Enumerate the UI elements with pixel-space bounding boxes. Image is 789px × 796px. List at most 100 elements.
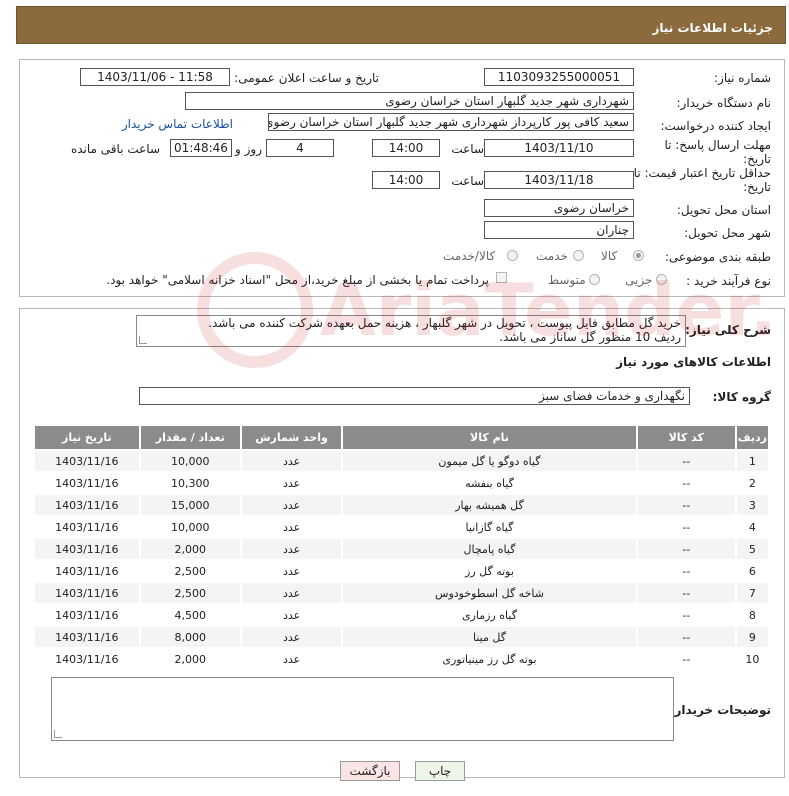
validity-time-label: ساعت <box>451 174 484 188</box>
cell-name: گیاه بنفشه <box>341 471 638 495</box>
province-label: استان محل تحویل: <box>676 203 771 217</box>
process-option-minor: جزیی <box>625 273 653 287</box>
resize-grip-icon[interactable] <box>54 730 62 738</box>
description-label: شرح کلی نیاز: <box>685 323 771 337</box>
goods-group-field: نگهداری و خدمات فضای سبز <box>139 387 690 405</box>
cell-qty: 15,000 <box>138 493 242 517</box>
cell-unit: عدد <box>239 559 344 583</box>
col-header-unit: واحد شمارش <box>239 424 344 451</box>
process-option-medium: متوسط <box>548 273 586 287</box>
category-option-both: کالا/خدمت <box>443 249 496 263</box>
cell-name: بوته گل رز مینیاتوری <box>341 647 638 671</box>
city-field: چناران <box>484 221 634 239</box>
process-radio-medium[interactable] <box>589 274 600 285</box>
table-row: 9 -- گل مینا عدد 8,000 1403/11/16 <box>33 625 771 649</box>
cell-qty: 10,000 <box>138 449 242 473</box>
process-label: نوع فرآیند خرید : <box>686 274 771 288</box>
col-header-row: ردیف <box>734 424 771 451</box>
creator-label: ایجاد کننده درخواست: <box>660 119 771 133</box>
table-row: 10 -- بوته گل رز مینیاتوری عدد 2,000 1403/11/… <box>33 647 771 671</box>
table-row: 8 -- گیاه رزماری عدد 4,500 1403/11/16 <box>33 603 771 627</box>
province-field: خراسان رضوی <box>484 199 634 217</box>
category-radio-both[interactable] <box>507 250 518 261</box>
cell-code: -- <box>635 471 737 495</box>
goods-section-title: اطلاعات کالاهای مورد نیاز <box>616 355 771 369</box>
cell-qty: 10,300 <box>138 471 242 495</box>
cell-code: -- <box>635 603 737 627</box>
contact-info-link[interactable]: اطلاعات تماس خریدار <box>122 117 233 131</box>
cell-date: 1403/11/16 <box>33 515 141 539</box>
cell-unit: عدد <box>239 515 344 539</box>
description-line-2: ردیف 10 منظور گل ساناز می باشد. <box>499 330 681 344</box>
table-row: 7 -- شاخه گل اسطوخودوس عدد 2,500 1403/11/16 <box>33 581 771 605</box>
treasury-checkbox[interactable] <box>496 272 507 283</box>
cell-name: گل مینا <box>341 625 638 649</box>
cell-name: گل همیشه بهار <box>341 493 638 517</box>
cell-name: شاخه گل اسطوخودوس <box>341 581 638 605</box>
cell-code: -- <box>635 515 737 539</box>
category-radio-goods[interactable] <box>633 250 644 261</box>
announce-label: تاریخ و ساعت اعلان عمومی: <box>234 71 379 85</box>
cell-unit: عدد <box>239 537 344 561</box>
cell-name: گیاه رزماری <box>341 603 638 627</box>
buyer-notes-label: توضیحات خریدار: <box>669 703 771 717</box>
cell-code: -- <box>635 581 737 605</box>
cell-unit: عدد <box>239 603 344 627</box>
cell-date: 1403/11/16 <box>33 581 141 605</box>
cell-qty: 4,500 <box>138 603 242 627</box>
cell-row: 3 <box>734 493 771 517</box>
table-row: 3 -- گل همیشه بهار عدد 15,000 1403/11/16 <box>33 493 771 517</box>
deadline-date-field: 1403/11/10 <box>484 139 634 157</box>
print-button[interactable]: چاپ <box>415 761 465 781</box>
cell-unit: عدد <box>239 581 344 605</box>
table-header-row: ردیف کد کالا نام کالا واحد شمارش تعداد /… <box>33 424 771 451</box>
table-row: 5 -- گیاه پامچال عدد 2,000 1403/11/16 <box>33 537 771 561</box>
cell-row: 5 <box>734 537 771 561</box>
cell-qty: 2,000 <box>138 537 242 561</box>
announce-field: 1403/11/06 - 11:58 <box>80 68 230 86</box>
category-radio-service[interactable] <box>573 250 584 261</box>
table-row: 4 -- گیاه گازانیا عدد 10,000 1403/11/16 <box>33 515 771 539</box>
remaining-time-field: 01:48:46 <box>170 139 232 157</box>
cell-qty: 2,000 <box>138 647 242 671</box>
goods-table: ردیف کد کالا نام کالا واحد شمارش تعداد /… <box>33 424 771 671</box>
deadline-time-field: 14:00 <box>372 139 440 157</box>
goods-group-label: گروه کالا: <box>712 390 771 404</box>
table-row: 2 -- گیاه بنفشه عدد 10,300 1403/11/16 <box>33 471 771 495</box>
cell-unit: عدد <box>239 647 344 671</box>
cell-code: -- <box>635 537 737 561</box>
page-title: جزئیات اطلاعات نیاز <box>652 21 773 35</box>
category-option-goods: کالا <box>601 249 618 263</box>
cell-row: 1 <box>734 449 771 473</box>
buyer-notes-textarea[interactable] <box>51 677 674 741</box>
col-header-code: کد کالا <box>635 424 737 451</box>
table-row: 6 -- بوته گل رز عدد 2,500 1403/11/16 <box>33 559 771 583</box>
deadline-label: مهلت ارسال پاسخ: تا تاریخ: <box>664 138 771 166</box>
need-number-label: شماره نیاز: <box>714 71 771 85</box>
need-number-field: 1103093255000051 <box>484 68 634 86</box>
resize-grip-icon[interactable] <box>139 336 147 344</box>
col-header-qty: تعداد / مقدار <box>138 424 242 451</box>
buyer-notes-value <box>52 678 673 682</box>
cell-date: 1403/11/16 <box>33 625 141 649</box>
back-button[interactable]: بازگشت <box>340 761 400 781</box>
cell-code: -- <box>635 625 737 649</box>
cell-unit: عدد <box>239 471 344 495</box>
days-label: روز و <box>235 142 262 156</box>
cell-row: 4 <box>734 515 771 539</box>
cell-code: -- <box>635 493 737 517</box>
cell-unit: عدد <box>239 449 344 473</box>
buyer-org-label: نام دستگاه خریدار: <box>676 96 772 110</box>
cell-code: -- <box>635 449 737 473</box>
cell-name: گیاه دوگو یا گل میمون <box>341 449 638 473</box>
cell-date: 1403/11/16 <box>33 559 141 583</box>
process-radio-minor[interactable] <box>656 274 667 285</box>
cell-row: 6 <box>734 559 771 583</box>
buyer-org-field: شهرداری شهر جدید گلبهار استان خراسان رضو… <box>185 92 634 110</box>
cell-name: بوته گل رز <box>341 559 638 583</box>
cell-date: 1403/11/16 <box>33 449 141 473</box>
cell-row: 2 <box>734 471 771 495</box>
cell-qty: 2,500 <box>138 581 242 605</box>
cell-row: 10 <box>734 647 771 671</box>
payment-note: پرداخت تمام یا بخشی از مبلغ خرید،از محل … <box>106 273 489 287</box>
